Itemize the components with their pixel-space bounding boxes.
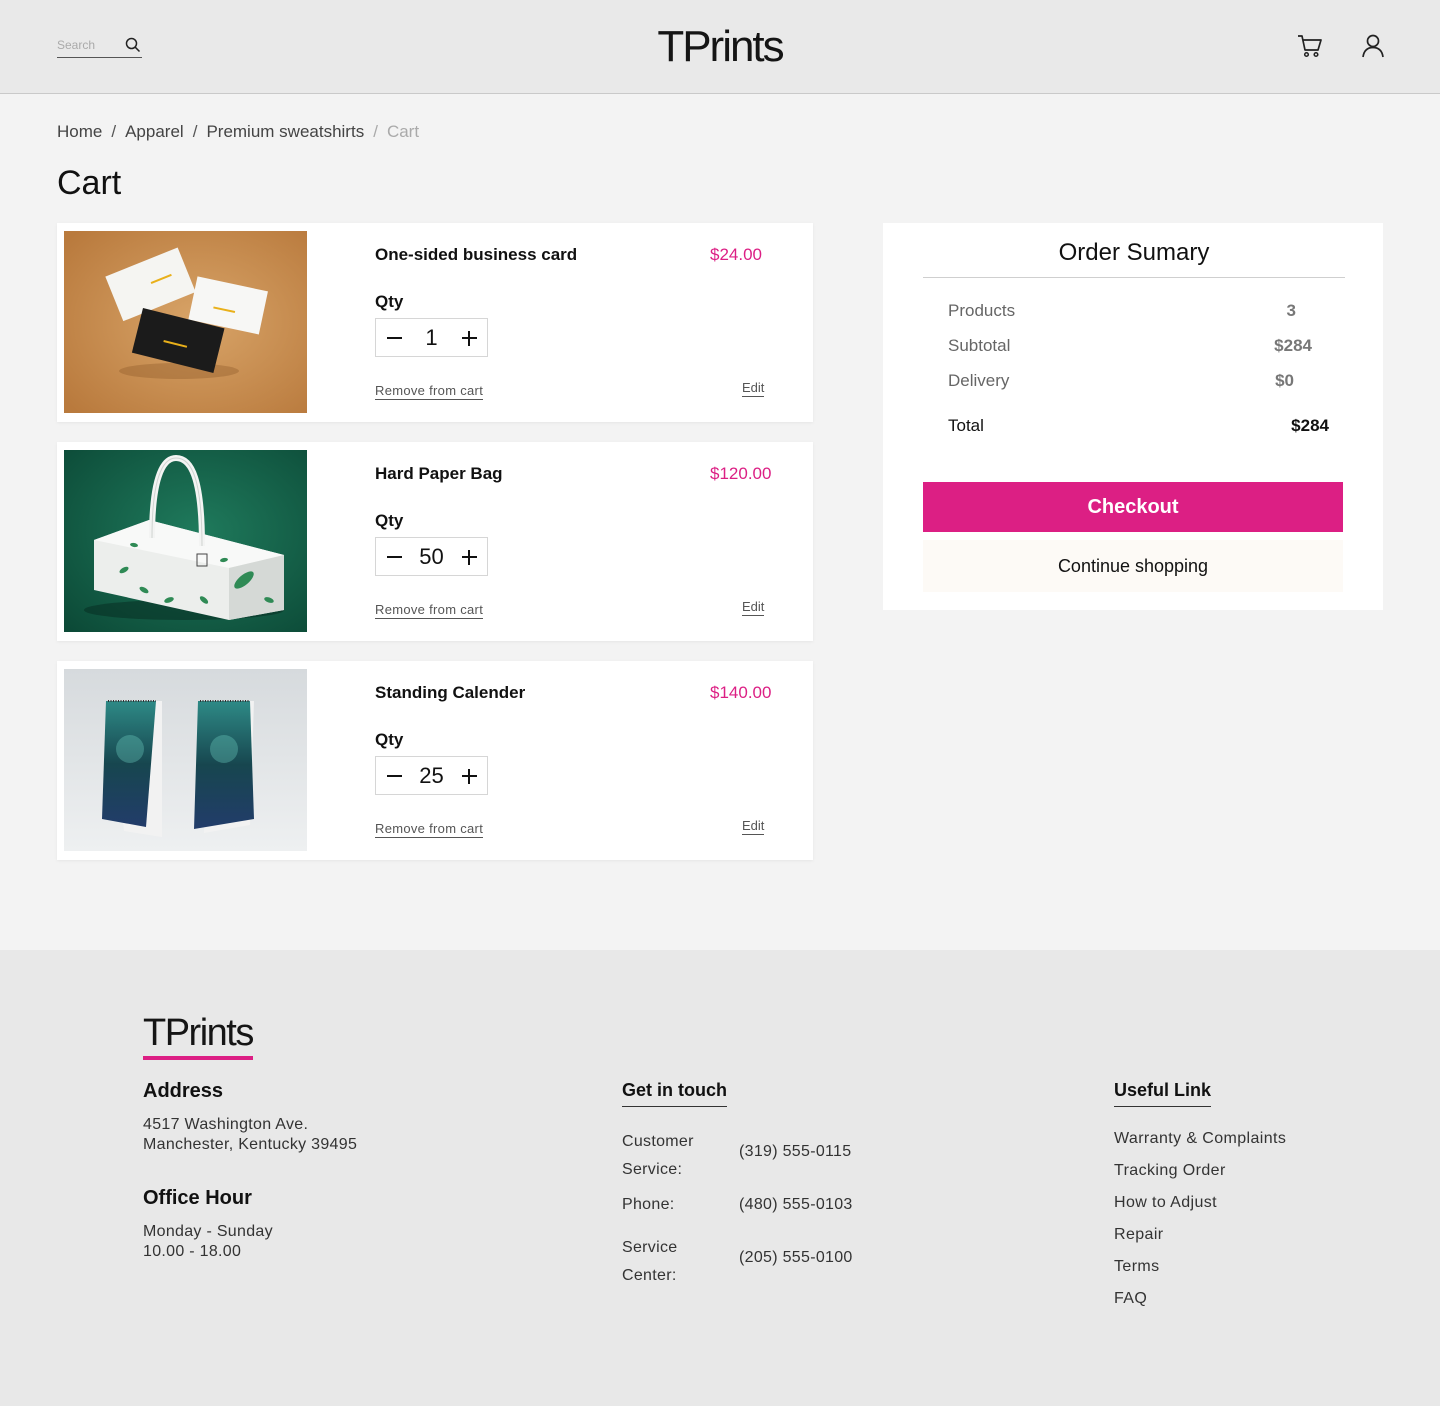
product-price: $24.00 (710, 245, 762, 264)
decrease-qty-button[interactable] (376, 757, 412, 794)
footer-link-repair[interactable]: Repair (1114, 1226, 1164, 1244)
remove-from-cart-link[interactable]: Remove from cart (375, 821, 484, 838)
remove-from-cart-link[interactable]: Remove from cart (375, 602, 484, 619)
product-image-business-card[interactable] (64, 231, 307, 413)
useful-link-heading: Useful Link (1114, 1080, 1212, 1107)
quantity-stepper[interactable]: 1 (375, 318, 488, 357)
qty-label: Qty (375, 292, 404, 311)
cart-icon[interactable] (1296, 32, 1324, 60)
quantity-stepper[interactable]: 25 (375, 756, 488, 795)
site-header: TPrints (0, 0, 1440, 94)
product-name[interactable]: Standing Calender (375, 683, 525, 703)
contact-label-line: Center: (622, 1267, 677, 1284)
contact-label-line: Service: (622, 1161, 683, 1178)
office-hour-heading: Office Hour (143, 1187, 252, 1209)
edit-link[interactable]: Edit (742, 380, 765, 397)
continue-shopping-button[interactable]: Continue shopping (923, 540, 1343, 592)
contact-label-line: Customer (622, 1133, 694, 1150)
service-center-phone[interactable]: (205) 555-0100 (739, 1248, 853, 1268)
site-footer: TPrints Address 4517 Washington Ave. Man… (0, 950, 1440, 1406)
footer-link-tracking-order[interactable]: Tracking Order (1114, 1162, 1226, 1180)
footer-logo[interactable]: TPrints (143, 1012, 254, 1055)
increase-qty-button[interactable] (451, 757, 487, 794)
footer-link-terms[interactable]: Terms (1114, 1258, 1160, 1276)
breadcrumb-apparel[interactable]: Apparel (125, 122, 184, 142)
remove-from-cart-link[interactable]: Remove from cart (375, 383, 484, 400)
increase-qty-button[interactable] (451, 538, 487, 575)
summary-label: Subtotal (948, 336, 1011, 355)
footer-link-how-to-adjust[interactable]: How to Adjust (1114, 1194, 1217, 1212)
customer-service-phone[interactable]: (319) 555-0115 (739, 1142, 851, 1162)
summary-value: $284 (1274, 336, 1312, 355)
order-summary-title: Order Sumary (923, 239, 1345, 278)
office-hour-days: Monday - Sunday (143, 1223, 273, 1240)
site-logo[interactable]: TPrints (0, 22, 1440, 72)
breadcrumb-premium-sweatshirts[interactable]: Premium sweatshirts (206, 122, 364, 142)
qty-label: Qty (375, 511, 404, 530)
product-name[interactable]: One-sided business card (375, 245, 577, 265)
edit-link[interactable]: Edit (742, 818, 765, 835)
product-image-standing-calendar[interactable] (64, 669, 307, 851)
office-hour-time: 10.00 - 18.00 (143, 1243, 242, 1260)
product-price: $140.00 (710, 683, 772, 702)
checkout-button[interactable]: Checkout (923, 482, 1343, 532)
qty-label: Qty (375, 730, 404, 749)
qty-value[interactable]: 1 (412, 325, 451, 351)
product-image-paper-bag[interactable] (64, 450, 307, 632)
qty-value[interactable]: 50 (412, 544, 451, 570)
address-line-2: Manchester, Kentucky 39495 (143, 1136, 358, 1153)
contact-label-line: Service (622, 1239, 678, 1256)
page-title: Cart (57, 164, 122, 202)
user-icon[interactable] (1359, 32, 1387, 60)
increase-qty-button[interactable] (451, 319, 487, 356)
footer-logo-underline (143, 1056, 253, 1060)
footer-link-faq[interactable]: FAQ (1114, 1290, 1147, 1308)
quantity-stepper[interactable]: 50 (375, 537, 488, 576)
cart-item: Hard Paper Bag $120.00 Qty 50 Remove fro… (57, 442, 813, 641)
qty-value[interactable]: 25 (412, 763, 451, 789)
breadcrumb-separator: / (111, 122, 117, 141)
summary-value: 3 (1286, 301, 1296, 320)
summary-value: $0 (1275, 371, 1294, 390)
address-heading: Address (143, 1080, 224, 1102)
total-value: $284 (1291, 416, 1329, 435)
product-price: $120.00 (710, 464, 772, 483)
breadcrumb: Home / Apparel / Premium sweatshirts / Cart (57, 122, 419, 142)
breadcrumb-current: Cart (386, 122, 420, 141)
footer-link-warranty[interactable]: Warranty & Complaints (1114, 1130, 1286, 1148)
contact-label: Service Center: (622, 1234, 677, 1290)
edit-link[interactable]: Edit (742, 599, 765, 616)
product-name[interactable]: Hard Paper Bag (375, 464, 503, 484)
cart-item: Standing Calender $140.00 Qty 25 Remove … (57, 661, 813, 860)
decrease-qty-button[interactable] (376, 319, 412, 356)
contact-label: Customer Service: (622, 1128, 694, 1184)
phone-number[interactable]: (480) 555-0103 (739, 1195, 853, 1215)
decrease-qty-button[interactable] (376, 538, 412, 575)
breadcrumb-home[interactable]: Home (57, 122, 102, 142)
summary-label: Products (948, 301, 1016, 320)
get-in-touch-heading: Get in touch (622, 1080, 727, 1107)
cart-item: One-sided business card $24.00 Qty 1 Rem… (57, 223, 813, 422)
order-summary: Order Sumary Products 3 Subtotal $284 De… (883, 223, 1383, 610)
summary-label: Delivery (948, 371, 1010, 390)
breadcrumb-separator: / (373, 122, 378, 141)
total-label: Total (948, 416, 984, 435)
breadcrumb-separator: / (192, 122, 198, 141)
address-line-1: 4517 Washington Ave. (143, 1116, 309, 1133)
contact-label: Phone: (622, 1196, 675, 1213)
